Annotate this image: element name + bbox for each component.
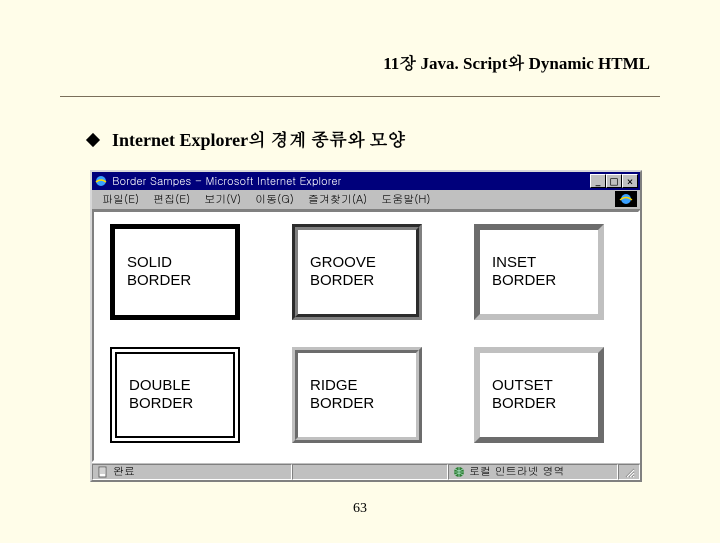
border-sample-inset: INSETBORDER	[474, 224, 604, 320]
border-sample-outset: OUTSETBORDER	[474, 347, 604, 443]
status-mid	[292, 464, 448, 480]
menu-go[interactable]: 이동(G)	[255, 192, 294, 207]
maximize-button[interactable]: □	[606, 174, 622, 188]
window-title: Border Sampes - Microsoft Internet Explo…	[112, 174, 586, 189]
bullet-text: Internet Explorer의 경계 종류와 모양	[112, 127, 406, 152]
page-number: 63	[0, 501, 720, 517]
window-buttons: _ □ ×	[590, 174, 638, 188]
menu-edit[interactable]: 편집(E)	[153, 192, 190, 207]
status-zone-text: 로컬 인트라넷 영역	[469, 464, 564, 479]
slide: 11장 Java. Script와 Dynamic HTML Internet …	[0, 0, 720, 543]
browser-window: Border Sampes - Microsoft Internet Explo…	[90, 170, 642, 482]
statusbar: 완료 로컬 인트라넷 영역	[92, 462, 640, 480]
minimize-button[interactable]: _	[590, 174, 606, 188]
border-sample-solid: SOLIDBORDER	[110, 224, 240, 320]
bullet-icon	[86, 132, 100, 146]
ie-icon	[94, 174, 108, 188]
divider	[60, 96, 660, 97]
status-left: 완료	[92, 464, 292, 480]
border-sample-double: DOUBLEBORDER	[110, 347, 240, 443]
bullet-row: Internet Explorer의 경계 종류와 모양	[88, 127, 660, 152]
globe-icon	[453, 466, 465, 478]
grip-icon	[623, 466, 635, 478]
status-zone: 로컬 인트라넷 영역	[448, 464, 618, 480]
close-button[interactable]: ×	[622, 174, 638, 188]
content-area: SOLIDBORDER GROOVEBORDER INSETBORDER DOU…	[92, 210, 640, 462]
chapter-heading: 11장 Java. Script와 Dynamic HTML	[60, 50, 650, 74]
border-sample-ridge: RIDGEBORDER	[292, 347, 422, 443]
menu-view[interactable]: 보기(V)	[204, 192, 241, 207]
menu-favorites[interactable]: 즐겨찾기(A)	[308, 192, 367, 207]
titlebar: Border Sampes - Microsoft Internet Explo…	[92, 172, 640, 190]
menu-help[interactable]: 도움말(H)	[381, 192, 430, 207]
document-icon	[97, 466, 109, 478]
status-left-text: 완료	[113, 464, 135, 479]
menu-file[interactable]: 파일(E)	[102, 192, 139, 207]
ie-throbber-icon	[615, 191, 637, 207]
menubar: 파일(E) 편집(E) 보기(V) 이동(G) 즐겨찾기(A) 도움말(H)	[92, 190, 640, 210]
border-sample-groove: GROOVEBORDER	[292, 224, 422, 320]
resize-grip[interactable]	[618, 464, 640, 480]
